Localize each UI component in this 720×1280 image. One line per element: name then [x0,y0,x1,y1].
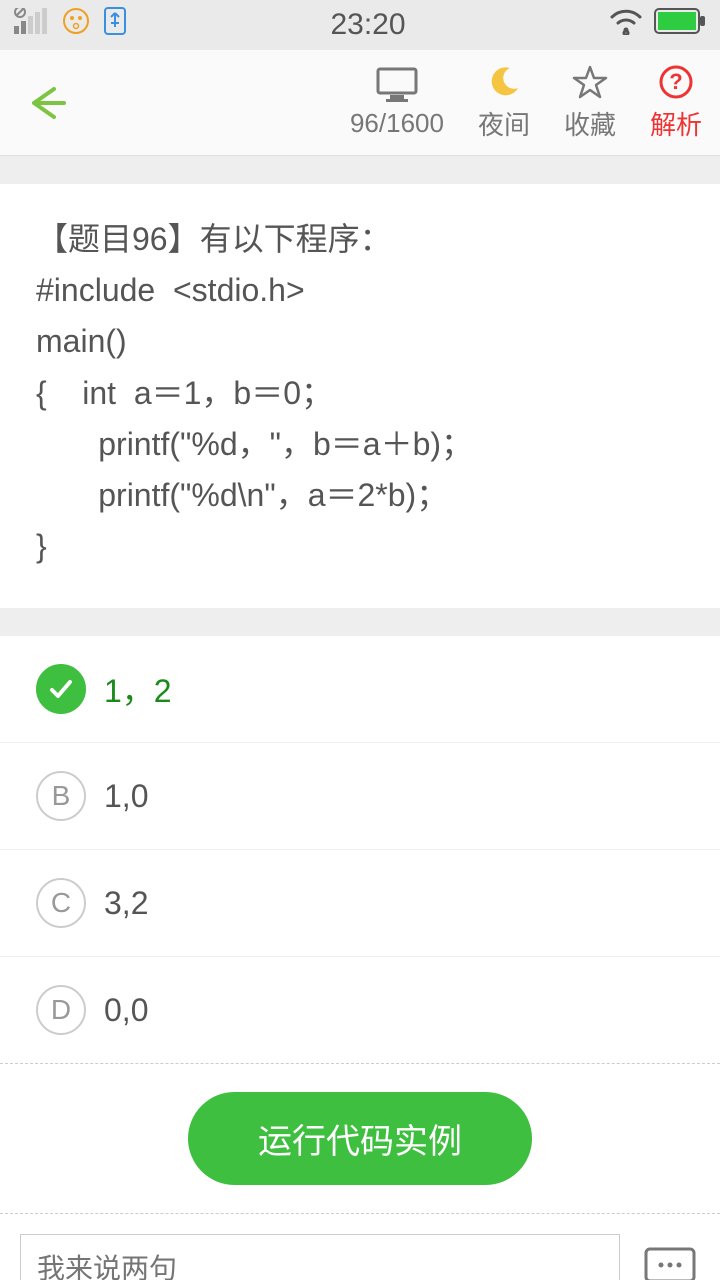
comment-row [0,1214,720,1280]
question-block: 【题目96】有以下程序： #include <stdio.h> main() {… [0,184,720,608]
code-line: printf("%d\n"，a＝2*b)； [36,470,684,521]
separator [0,156,720,184]
code-line: { int a＝1，b＝0； [36,368,684,419]
comment-icon[interactable] [640,1245,700,1280]
nav-night[interactable]: 夜间 [478,63,530,142]
run-code-button[interactable]: 运行代码实例 [188,1092,532,1185]
status-bar: 23:20 [0,0,720,50]
option-letter: D [36,985,86,1035]
option-letter: B [36,771,86,821]
moon-icon [486,63,522,101]
star-icon [572,63,608,101]
question-title: 【题目96】有以下程序： [36,214,684,265]
monitor-icon [376,66,418,104]
help-icon: ? [658,63,694,101]
option-d[interactable]: D 0,0 [0,957,720,1064]
nav-night-label: 夜间 [478,105,530,142]
code-line: } [36,521,684,572]
face-icon [62,7,90,43]
code-line: printf("%d，"，b＝a＋b)； [36,419,684,470]
option-text: 0,0 [104,992,148,1029]
nav-fav[interactable]: 收藏 [564,63,616,142]
code-line: main() [36,316,684,367]
svg-text:?: ? [669,69,682,94]
option-b[interactable]: B 1,0 [0,743,720,850]
nav-progress[interactable]: 96/1600 [350,66,444,139]
comment-input[interactable] [20,1234,620,1280]
nav-explain[interactable]: ? 解析 [650,63,702,142]
wifi-icon [608,7,644,43]
signal-icon [14,8,50,42]
back-button[interactable] [18,75,74,131]
status-left [14,5,128,45]
status-right [608,7,706,43]
separator [0,608,720,636]
option-text: 3,2 [104,885,148,922]
nav-progress-label: 96/1600 [350,108,444,139]
usb-icon [102,5,128,45]
option-c[interactable]: C 3,2 [0,850,720,957]
top-nav: 96/1600 夜间 收藏 ? 解析 [0,50,720,156]
battery-icon [654,8,706,42]
nav-explain-label: 解析 [650,105,702,142]
code-line: #include <stdio.h> [36,265,684,316]
nav-fav-label: 收藏 [564,105,616,142]
options-list: 1，2 B 1,0 C 3,2 D 0,0 [0,636,720,1064]
run-row: 运行代码实例 [0,1064,720,1214]
option-text: 1,0 [104,778,148,815]
option-letter: C [36,878,86,928]
status-time: 23:20 [128,8,608,42]
option-a[interactable]: 1，2 [0,636,720,743]
check-icon [36,664,86,714]
option-text: 1，2 [104,666,172,712]
